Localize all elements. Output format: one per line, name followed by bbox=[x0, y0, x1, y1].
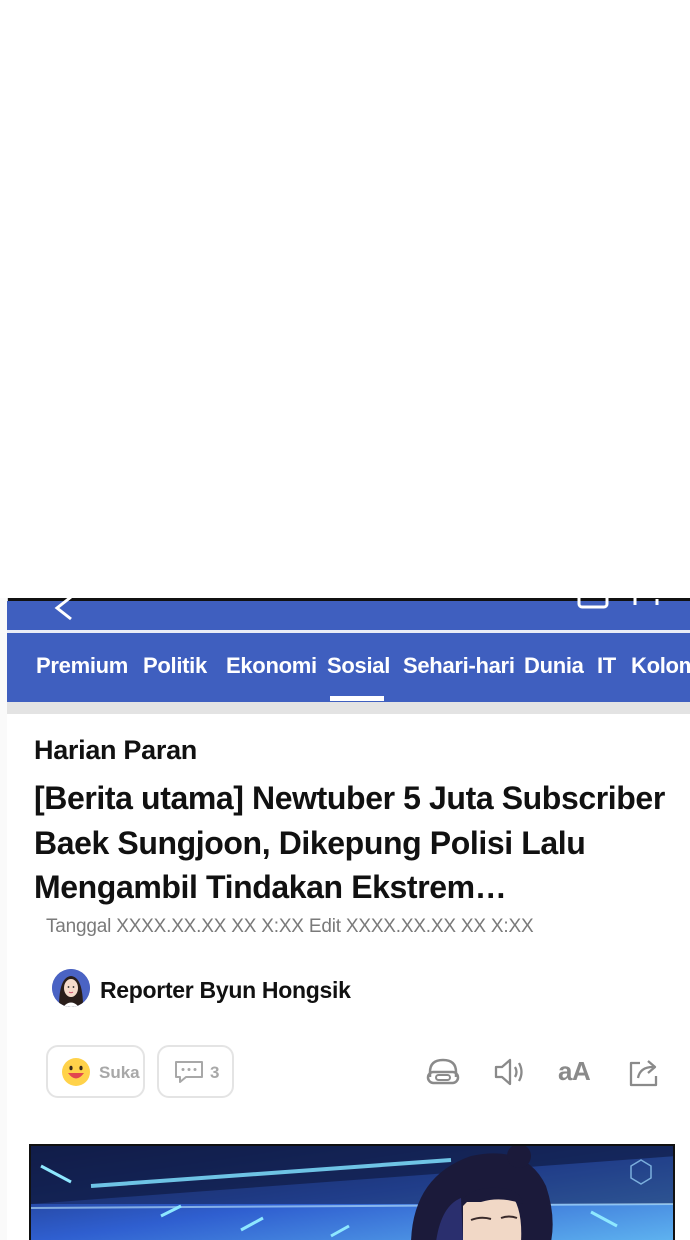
app-header bbox=[7, 593, 690, 630]
article-hero-image[interactable] bbox=[29, 1144, 675, 1240]
comment-count: 3 bbox=[210, 1063, 220, 1082]
nav-bottom-bar bbox=[7, 702, 690, 714]
hero-illustration bbox=[31, 1146, 673, 1240]
tab-sehari-hari[interactable]: Sehari-hari bbox=[403, 653, 515, 679]
article-dateline: Tanggal XXXX.XX.XX XX X:XX Edit XXXX.XX.… bbox=[46, 916, 534, 937]
comment-button[interactable]: 3 bbox=[157, 1045, 234, 1098]
comment-icon bbox=[175, 1061, 203, 1083]
reporter-avatar[interactable] bbox=[52, 969, 90, 1007]
article-headline: [Berita utama] Newtuber 5 Juta Subscribe… bbox=[34, 780, 665, 905]
reporter-portrait bbox=[52, 969, 90, 1007]
back-icon[interactable] bbox=[53, 595, 79, 621]
like-button[interactable]: Suka bbox=[46, 1045, 145, 1098]
font-size-button[interactable]: aA bbox=[558, 1056, 591, 1087]
headphones-icon[interactable] bbox=[425, 1055, 461, 1089]
tab-kolom[interactable]: Kolom bbox=[631, 653, 690, 679]
like-label: Suka bbox=[99, 1063, 140, 1082]
publisher-name: Harian Paran bbox=[34, 735, 197, 765]
smiley-icon bbox=[62, 1058, 90, 1086]
category-nav: Premium Politik Ekonomi Sosial Sehari-ha… bbox=[7, 633, 690, 702]
reporter-name[interactable]: Reporter Byun Hongsik bbox=[100, 977, 351, 1004]
share-icon[interactable] bbox=[626, 1055, 662, 1089]
speaker-icon[interactable] bbox=[492, 1055, 528, 1089]
window-icon[interactable] bbox=[577, 593, 611, 609]
blank-area bbox=[0, 0, 690, 598]
tab-premium[interactable]: Premium bbox=[36, 653, 128, 679]
active-tab-indicator bbox=[330, 696, 384, 701]
tab-it[interactable]: IT bbox=[597, 653, 616, 679]
tab-politik[interactable]: Politik bbox=[143, 653, 207, 679]
tab-ekonomi[interactable]: Ekonomi bbox=[226, 653, 317, 679]
more-icon[interactable] bbox=[627, 595, 667, 607]
tab-dunia[interactable]: Dunia bbox=[524, 653, 584, 679]
tab-sosial[interactable]: Sosial bbox=[327, 653, 390, 679]
